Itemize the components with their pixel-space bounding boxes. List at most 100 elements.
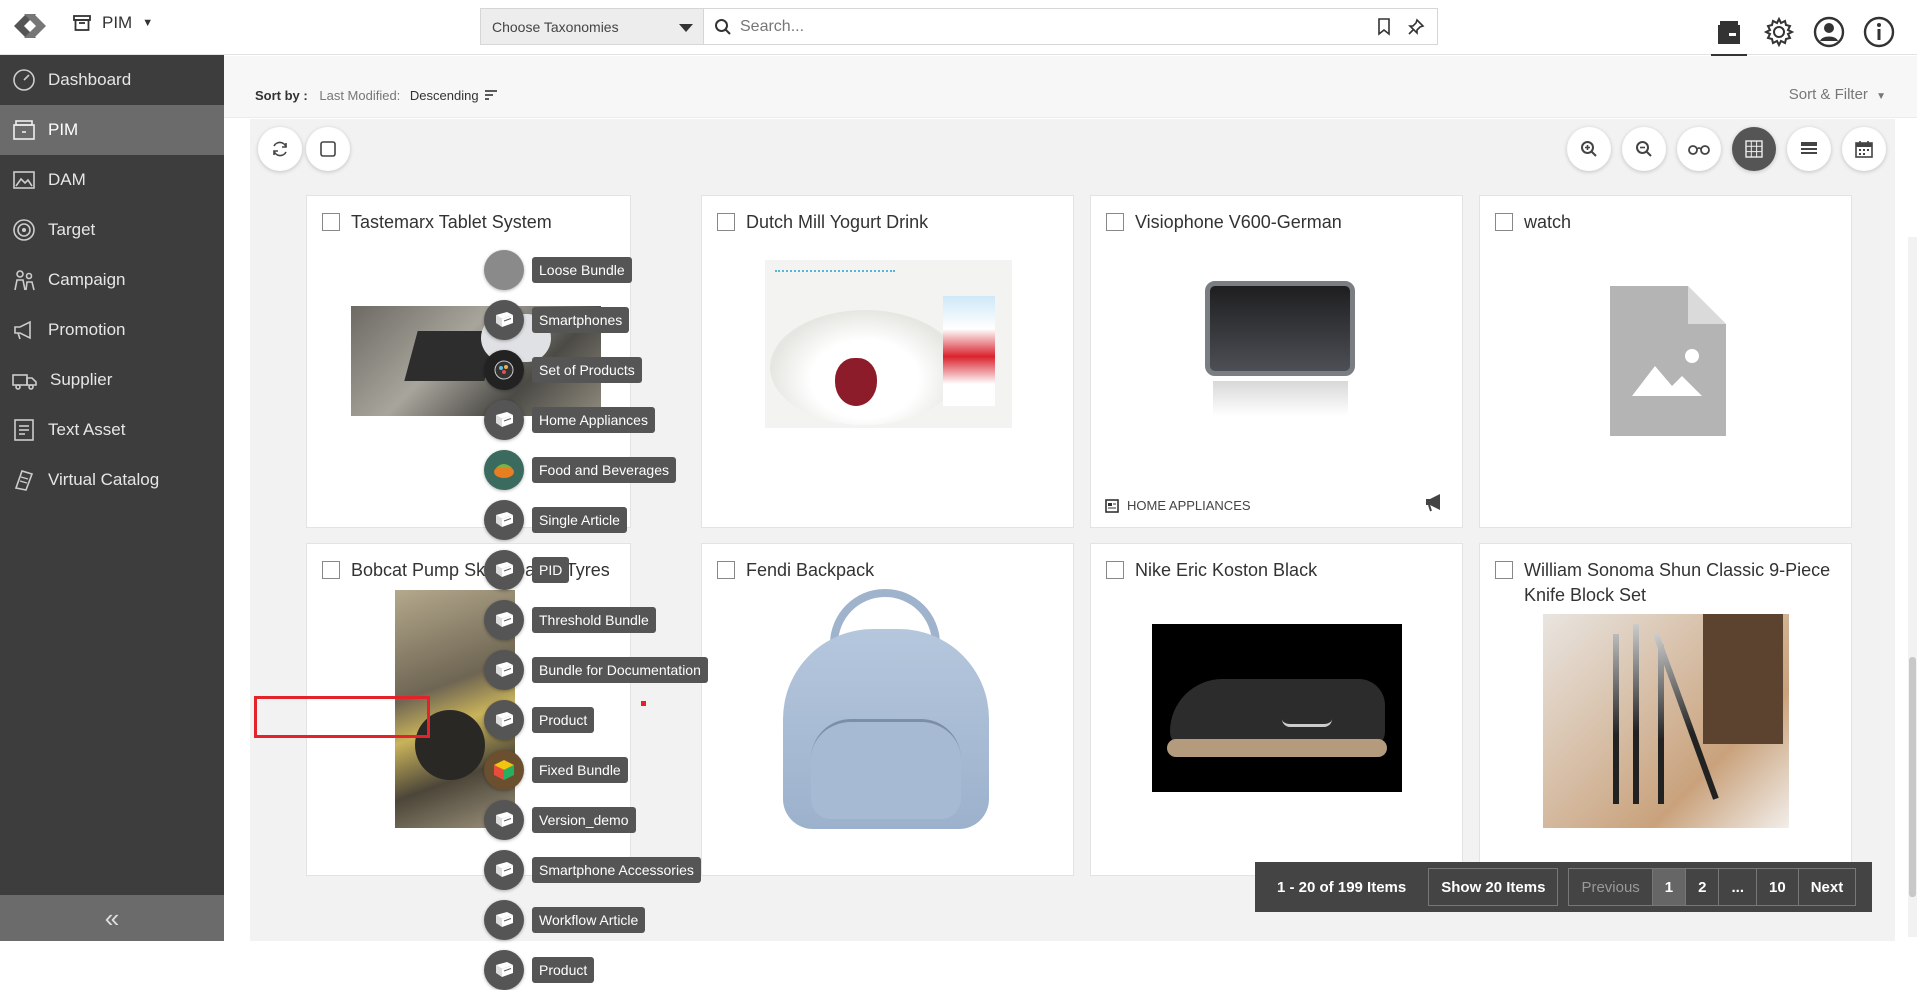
bundle-menu-item[interactable]: Product bbox=[484, 700, 595, 740]
sidebar-item-campaign[interactable]: Campaign bbox=[0, 255, 224, 305]
sidebar-item-pim[interactable]: PIM bbox=[0, 105, 224, 155]
card-checkbox[interactable] bbox=[1106, 561, 1124, 579]
sidebar-item-text-asset[interactable]: Text Asset bbox=[0, 405, 224, 455]
sidebar-item-promotion[interactable]: Promotion bbox=[0, 305, 224, 355]
bundle-menu-item[interactable]: Smartphone Accessories bbox=[484, 850, 701, 890]
page-ellipsis[interactable]: ... bbox=[1718, 869, 1756, 905]
refresh-button[interactable] bbox=[258, 127, 302, 171]
select-all-button[interactable] bbox=[306, 127, 350, 171]
zoom-out-button[interactable] bbox=[1622, 127, 1666, 171]
card-checkbox[interactable] bbox=[322, 561, 340, 579]
book-icon[interactable] bbox=[484, 900, 524, 940]
product-card[interactable]: William Sonoma Shun Classic 9-Piece Knif… bbox=[1479, 543, 1852, 876]
bundle-menu-label[interactable]: Threshold Bundle bbox=[532, 607, 656, 633]
sidebar-item-dashboard[interactable]: Dashboard bbox=[0, 55, 224, 105]
info-icon[interactable] bbox=[1861, 14, 1897, 50]
bundle-menu-item[interactable]: Food and Beverages bbox=[484, 450, 676, 490]
bundle-menu-label[interactable]: Fixed Bundle bbox=[532, 757, 628, 783]
megaphone-icon[interactable] bbox=[1424, 492, 1446, 515]
show-items-select[interactable]: Show 20 Items bbox=[1428, 868, 1559, 906]
bundle-menu-label[interactable]: Bundle for Documentation bbox=[532, 657, 708, 683]
taxonomy-select[interactable]: Choose Taxonomies bbox=[480, 8, 704, 45]
card-checkbox[interactable] bbox=[1495, 213, 1513, 231]
pin-icon[interactable] bbox=[1407, 18, 1425, 36]
bundle-menu-label[interactable]: Smartphones bbox=[532, 307, 630, 333]
bundle-icon[interactable] bbox=[484, 250, 524, 290]
sort-filter-toggle[interactable]: Sort & Filter ▼ bbox=[1789, 86, 1886, 103]
book-icon[interactable] bbox=[484, 500, 524, 540]
book-icon[interactable] bbox=[484, 700, 524, 740]
sort-by[interactable]: Sort by : Last Modified: Descending bbox=[255, 88, 498, 103]
book-icon[interactable] bbox=[484, 650, 524, 690]
card-checkbox[interactable] bbox=[322, 213, 340, 231]
product-card[interactable]: Dutch Mill Yogurt Drink bbox=[701, 195, 1074, 528]
bundle-menu-item[interactable]: Version_demo bbox=[484, 800, 636, 840]
bundle-menu-label[interactable]: Smartphone Accessories bbox=[532, 857, 701, 883]
product-calendar-icon[interactable] bbox=[1711, 11, 1747, 57]
sidebar-item-dam[interactable]: DAM bbox=[0, 155, 224, 205]
page-button-1[interactable]: 1 bbox=[1651, 869, 1686, 905]
bundle-menu-label[interactable]: Product bbox=[532, 707, 595, 733]
card-checkbox[interactable] bbox=[1495, 561, 1513, 579]
bundle-menu-item[interactable]: Bundle for Documentation bbox=[484, 650, 708, 690]
bookmark-icon[interactable] bbox=[1377, 17, 1391, 36]
book-icon[interactable] bbox=[484, 950, 524, 990]
bundle-menu-label[interactable]: Single Article bbox=[532, 507, 627, 533]
calendar-view-button[interactable] bbox=[1842, 127, 1886, 171]
bundle-menu-label[interactable]: Version_demo bbox=[532, 807, 636, 833]
sidebar-item-virtual-catalog[interactable]: Virtual Catalog bbox=[0, 455, 224, 505]
set-of-products-icon[interactable] bbox=[484, 350, 524, 390]
grid-view-button[interactable] bbox=[1732, 127, 1776, 171]
product-card[interactable]: Fendi Backpack bbox=[701, 543, 1074, 876]
app-switcher[interactable]: PIM ▼ bbox=[72, 13, 153, 33]
bundle-menu-item[interactable]: Home Appliances bbox=[484, 400, 655, 440]
scrollbar-thumb[interactable] bbox=[1909, 657, 1916, 897]
book-icon[interactable] bbox=[484, 600, 524, 640]
list-view-button[interactable] bbox=[1787, 127, 1831, 171]
fixed-bundle-cube-icon[interactable] bbox=[484, 750, 524, 790]
bundle-menu-label[interactable]: Food and Beverages bbox=[532, 457, 676, 483]
sidebar-collapse-button[interactable]: « bbox=[0, 895, 224, 941]
user-account-icon[interactable] bbox=[1811, 14, 1847, 50]
bundle-menu-label[interactable]: Loose Bundle bbox=[532, 257, 632, 283]
next-page-button[interactable]: Next bbox=[1797, 869, 1856, 905]
bundle-menu-item[interactable]: Single Article bbox=[484, 500, 627, 540]
food-icon[interactable] bbox=[484, 450, 524, 490]
settings-gear-icon[interactable] bbox=[1761, 14, 1797, 50]
bundle-menu-label[interactable]: Home Appliances bbox=[532, 407, 655, 433]
bundle-menu-label[interactable]: Set of Products bbox=[532, 357, 642, 383]
book-icon[interactable] bbox=[484, 550, 524, 590]
book-icon[interactable] bbox=[484, 400, 524, 440]
zoom-in-button[interactable] bbox=[1567, 127, 1611, 171]
previous-page-button[interactable]: Previous bbox=[1569, 869, 1651, 905]
book-icon[interactable] bbox=[484, 300, 524, 340]
app-logo-icon[interactable] bbox=[6, 6, 54, 46]
preview-glasses-button[interactable] bbox=[1677, 127, 1721, 171]
page-button-10[interactable]: 10 bbox=[1756, 869, 1798, 905]
bundle-menu-item[interactable]: Set of Products bbox=[484, 350, 642, 390]
book-icon[interactable] bbox=[484, 800, 524, 840]
card-checkbox[interactable] bbox=[717, 561, 735, 579]
bundle-menu-label[interactable]: Workflow Article bbox=[532, 907, 646, 933]
scrollbar[interactable] bbox=[1908, 237, 1917, 937]
card-checkbox[interactable] bbox=[1106, 213, 1124, 231]
product-card[interactable]: Visiophone V600-German HOME APPLIANCES bbox=[1090, 195, 1463, 528]
product-image bbox=[765, 260, 1012, 428]
bundle-menu-item[interactable]: Loose Bundle bbox=[484, 250, 632, 290]
product-card[interactable]: Nike Eric Koston Black bbox=[1090, 543, 1463, 876]
page-button-2[interactable]: 2 bbox=[1685, 869, 1718, 905]
bundle-menu-item[interactable]: Threshold Bundle bbox=[484, 600, 656, 640]
card-checkbox[interactable] bbox=[717, 213, 735, 231]
sidebar-item-supplier[interactable]: Supplier bbox=[0, 355, 224, 405]
book-icon[interactable] bbox=[484, 850, 524, 890]
bundle-menu-item[interactable]: Product bbox=[484, 950, 595, 990]
bundle-menu-item[interactable]: PID bbox=[484, 550, 570, 590]
bundle-menu-label[interactable]: PID bbox=[532, 557, 570, 583]
bundle-menu-item[interactable]: Fixed Bundle bbox=[484, 750, 628, 790]
sidebar-item-target[interactable]: Target bbox=[0, 205, 224, 255]
bundle-menu-label[interactable]: Product bbox=[532, 957, 595, 983]
bundle-menu-item[interactable]: Workflow Article bbox=[484, 900, 646, 940]
product-card[interactable]: watch bbox=[1479, 195, 1852, 528]
bundle-menu-item[interactable]: Smartphones bbox=[484, 300, 630, 340]
search-input[interactable] bbox=[740, 11, 1377, 42]
